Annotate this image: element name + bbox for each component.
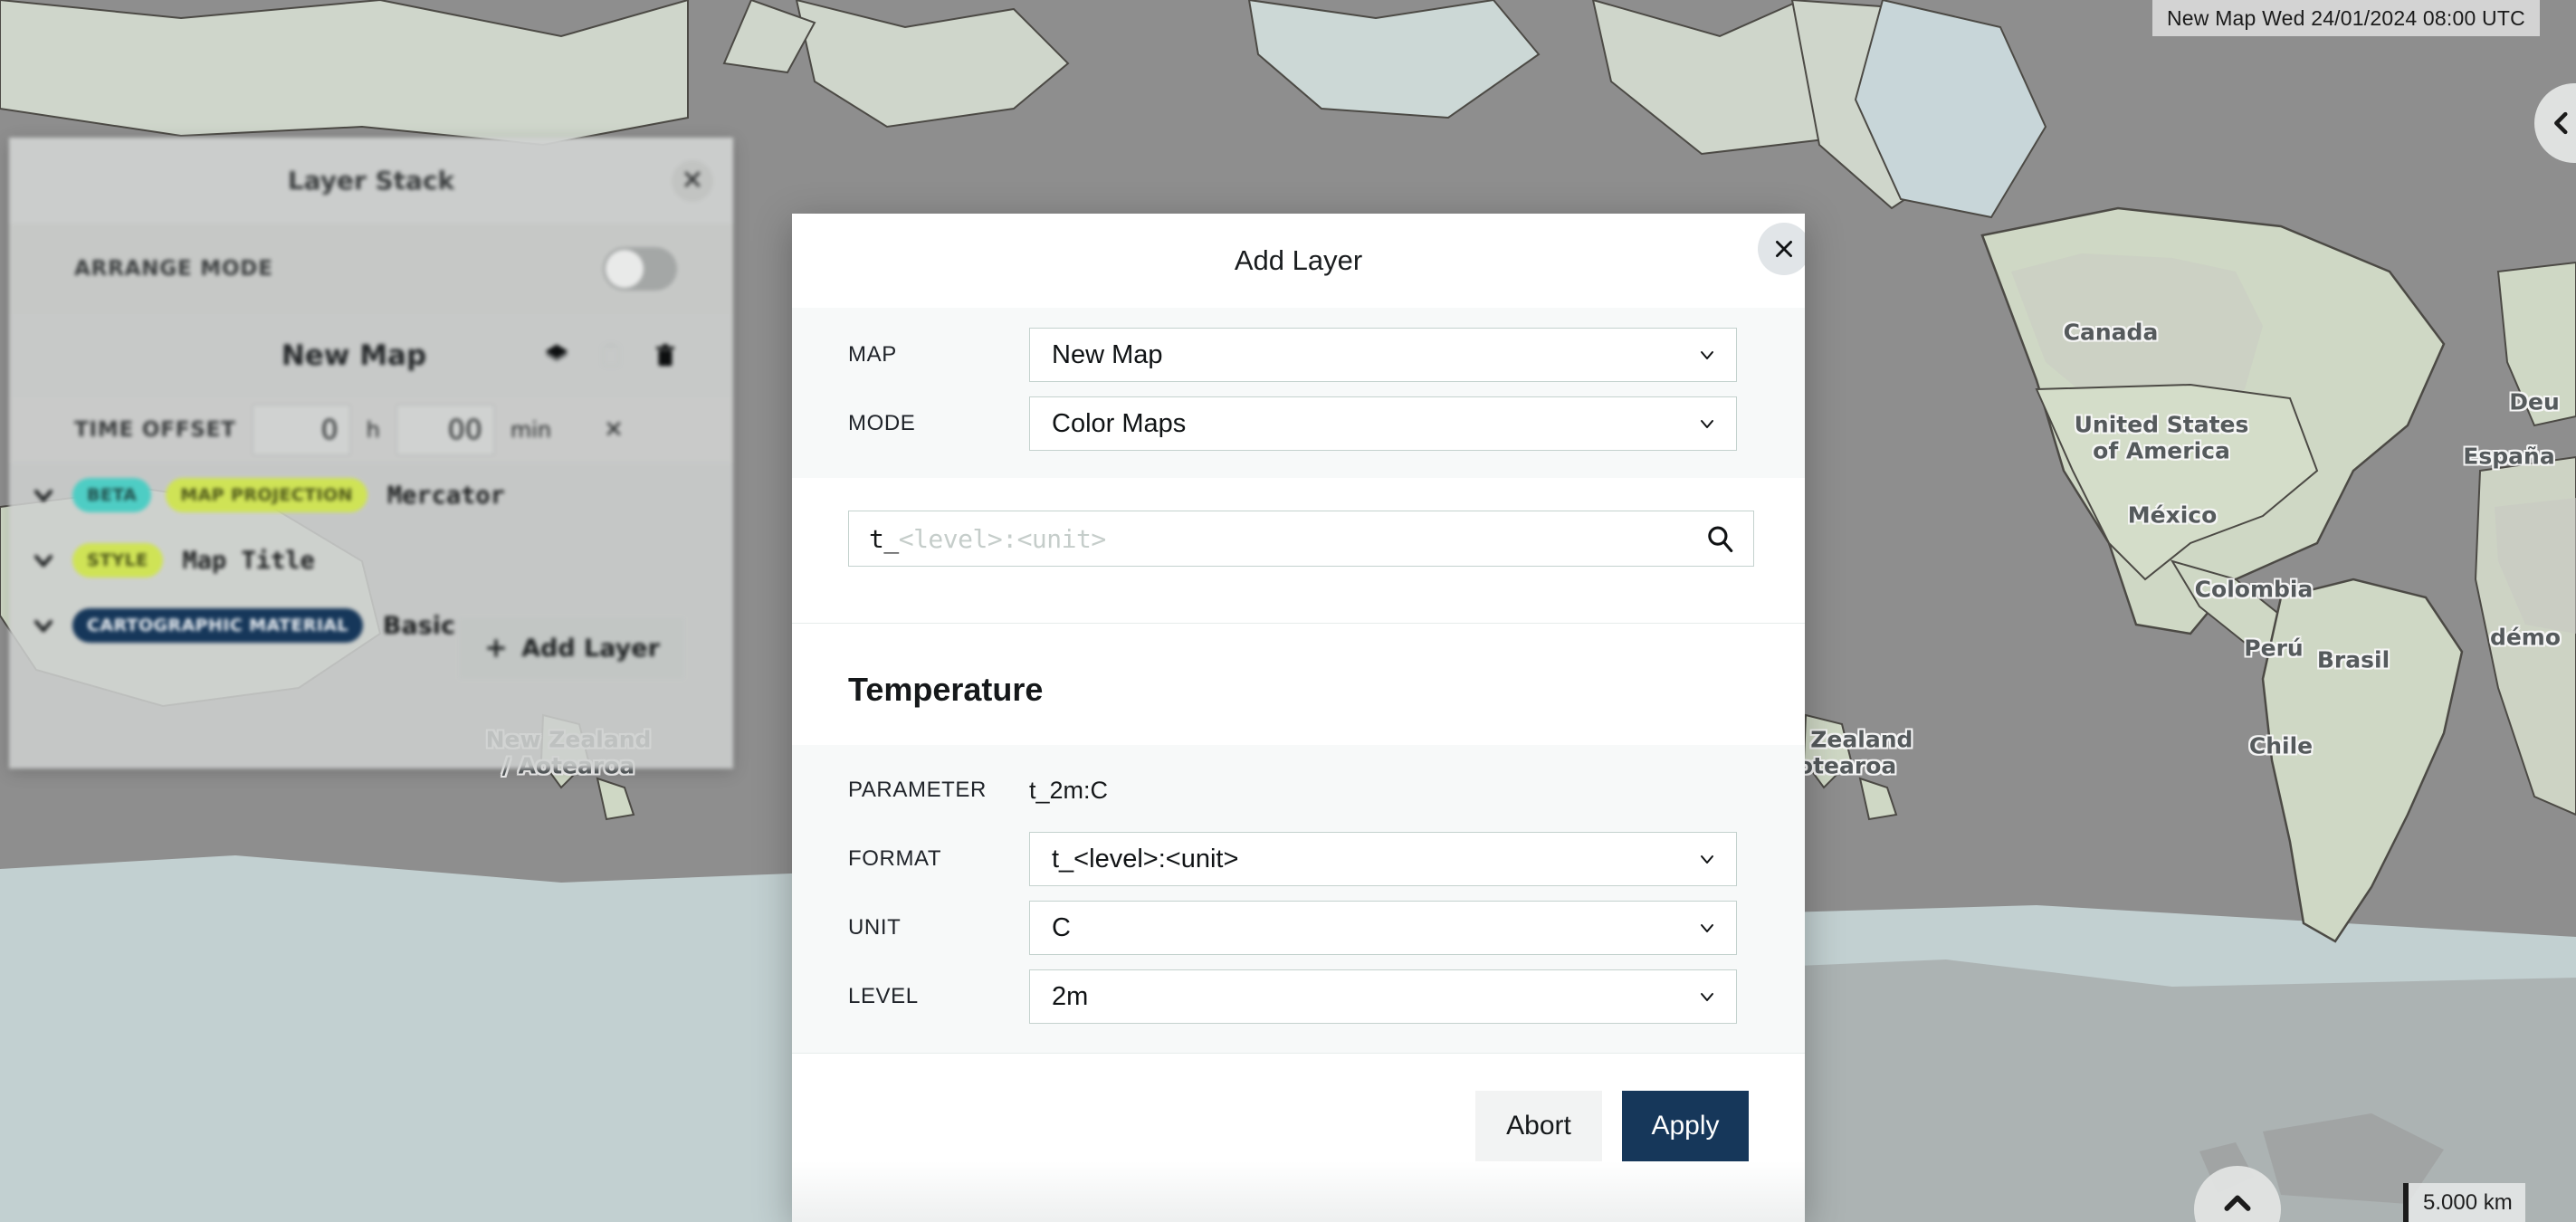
- map-entry-actions: [543, 342, 679, 369]
- parameter-label: PARAMETER: [848, 778, 987, 802]
- layer-badge: BETA: [72, 478, 152, 512]
- map-entry-name: New Map: [281, 339, 427, 372]
- chevron-down-icon: [1701, 351, 1713, 359]
- time-offset-minutes-unit: min: [510, 417, 552, 443]
- format-label: FORMAT: [848, 846, 942, 871]
- add-layer-label: Add Layer: [521, 634, 660, 663]
- unit-select[interactable]: C: [1029, 901, 1737, 955]
- mode-field-label: MODE: [848, 411, 916, 435]
- abort-button[interactable]: Abort: [1475, 1090, 1602, 1161]
- layers-icon[interactable]: [543, 342, 570, 369]
- result-fields: PARAMETER t_2m:C FORMAT t_<level>:<unit> U…: [792, 745, 1805, 1053]
- layer-stack-item[interactable]: STYLE Map Title: [9, 528, 733, 593]
- unit-select-value: C: [1052, 912, 1071, 942]
- field-row-parameter: PARAMETER t_2m:C: [792, 756, 1805, 825]
- chevron-left-glyph: [2554, 111, 2568, 135]
- chevron-down-icon[interactable]: [29, 611, 58, 640]
- layer-badge: STYLE: [72, 543, 163, 578]
- level-label: LEVEL: [848, 984, 919, 1008]
- add-layer-button[interactable]: Add Layer: [459, 617, 684, 679]
- layer-badge: MAP PROJECTION: [166, 478, 367, 512]
- layer-stack-title: Layer Stack: [287, 166, 455, 196]
- modal-title: Add Layer: [1234, 244, 1363, 276]
- chevron-down-icon: [1701, 855, 1713, 864]
- field-row-unit: UNIT C: [792, 893, 1805, 962]
- time-offset-hours-unit: h: [366, 417, 380, 443]
- time-offset-hours-input[interactable]: 0: [252, 405, 350, 455]
- trash-icon[interactable]: [652, 342, 679, 369]
- result-title: Temperature: [792, 624, 1805, 745]
- layer-stack-panel[interactable]: Layer Stack ✕ ARRANGE MODE New Map TIME …: [9, 138, 733, 769]
- arrange-mode-row: ARRANGE MODE: [9, 224, 733, 314]
- modal-footer: Abort Apply: [792, 1053, 1805, 1198]
- chevron-up-icon: [2224, 1195, 2251, 1211]
- layer-stack-item[interactable]: BETA MAP PROJECTION Mercator: [9, 463, 733, 528]
- time-offset-label: TIME OFFSET: [74, 418, 236, 442]
- search-placeholder-text: <level>:<unit>: [898, 523, 1107, 554]
- map-scale-value: 5.000 km: [2423, 1190, 2513, 1215]
- map-entry-row: New Map: [9, 314, 733, 397]
- chevron-down-icon: [1701, 420, 1713, 428]
- unit-label: UNIT: [848, 915, 902, 940]
- arrange-mode-label: ARRANGE MODE: [74, 257, 273, 281]
- field-row-level: LEVEL 2m: [792, 962, 1805, 1031]
- modal-top-fields: MAP New Map MODE Color Maps: [792, 308, 1805, 478]
- apply-button[interactable]: Apply: [1622, 1090, 1749, 1161]
- field-row-map: MAP New Map: [792, 320, 1805, 389]
- map-select[interactable]: New Map: [1029, 328, 1737, 382]
- duplicate-icon[interactable]: [597, 342, 625, 369]
- format-select-value: t_<level>:<unit>: [1052, 844, 1239, 874]
- time-offset-clear-icon[interactable]: ✕: [604, 416, 624, 444]
- parameter-value: t_2m:C: [1029, 776, 1109, 804]
- level-select-value: 2m: [1052, 981, 1089, 1011]
- close-icon[interactable]: [1758, 223, 1805, 275]
- field-row-format: FORMAT t_<level>:<unit>: [792, 825, 1805, 893]
- app-root: Canada United States of America México Colo…: [0, 0, 2576, 1222]
- add-layer-modal[interactable]: Add Layer MAP New Map MODE Color Maps t_…: [792, 214, 1805, 1222]
- parameter-search-section: t_ <level>:<unit>: [792, 478, 1805, 624]
- modal-header: Add Layer: [792, 214, 1805, 308]
- close-icon[interactable]: ✕: [672, 159, 713, 202]
- arrange-mode-toggle[interactable]: [603, 247, 677, 291]
- chevron-down-icon: [1701, 993, 1713, 1001]
- layer-item-value: Basic: [382, 611, 456, 640]
- mode-select[interactable]: Color Maps: [1029, 396, 1737, 451]
- layer-badge: CARTOGRAPHIC MATERIAL: [72, 608, 363, 643]
- format-select[interactable]: t_<level>:<unit>: [1029, 832, 1737, 886]
- plus-icon: [487, 639, 506, 657]
- mode-select-value: Color Maps: [1052, 408, 1187, 438]
- search-icon[interactable]: [1704, 523, 1735, 554]
- map-select-value: New Map: [1052, 339, 1163, 369]
- chevron-down-icon[interactable]: [29, 481, 58, 510]
- map-titlebar: New Map Wed 24/01/2024 08:00 UTC: [2152, 0, 2540, 36]
- map-scale-bar: 5.000 km: [2403, 1183, 2525, 1222]
- field-row-mode: MODE Color Maps: [792, 389, 1805, 458]
- map-field-label: MAP: [848, 342, 897, 367]
- layer-item-value: Mercator: [386, 481, 505, 510]
- level-select[interactable]: 2m: [1029, 969, 1737, 1024]
- chevron-down-icon: [1701, 924, 1713, 932]
- close-glyph: [1776, 241, 1792, 257]
- toggle-knob: [606, 250, 644, 288]
- search-typed-value: t_: [869, 523, 899, 554]
- result-select-list: FORMAT t_<level>:<unit> UNIT C LEVEL 2m: [792, 825, 1805, 1031]
- layer-item-value: Map Title: [182, 546, 315, 575]
- parameter-search-input[interactable]: t_ <level>:<unit>: [848, 511, 1754, 567]
- chevron-down-icon[interactable]: [29, 546, 58, 575]
- time-offset-minutes-input[interactable]: 00: [396, 405, 494, 455]
- layer-stack-header: Layer Stack ✕: [9, 138, 733, 224]
- time-offset-row: TIME OFFSET 0 h 00 min ✕: [9, 397, 733, 463]
